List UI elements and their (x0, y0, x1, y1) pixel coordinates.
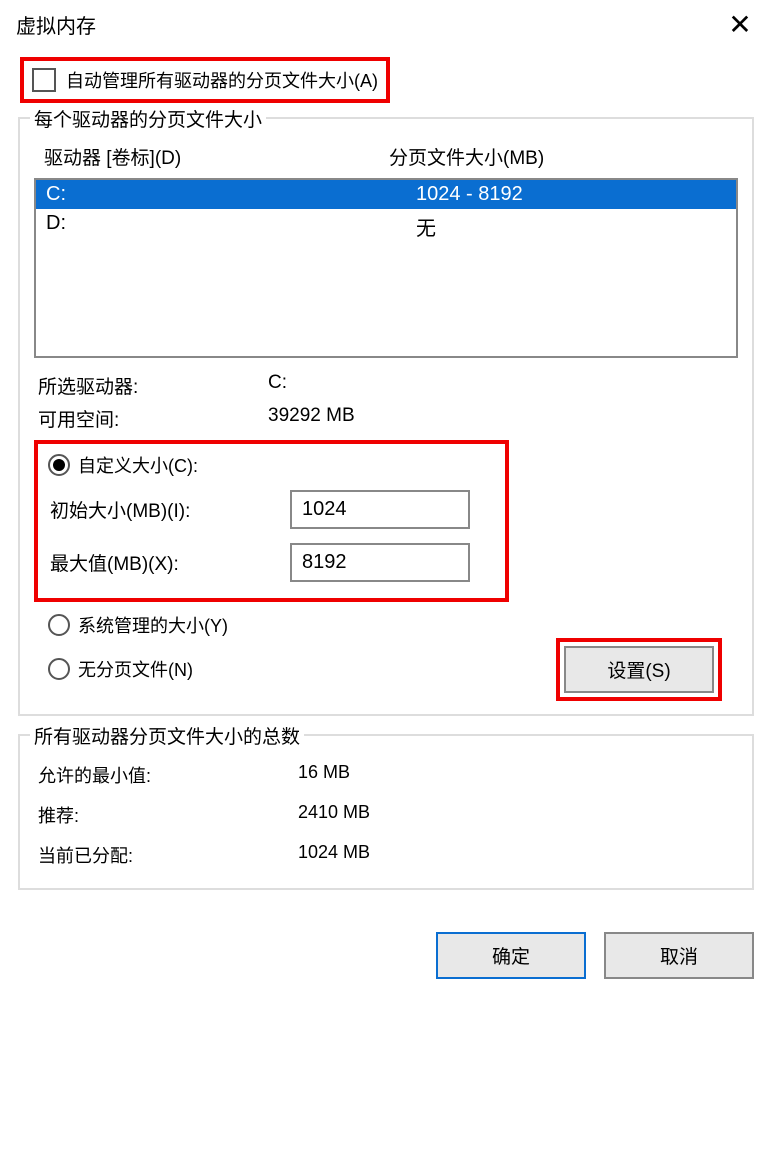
set-button[interactable]: 设置(S) (564, 646, 714, 693)
free-space-label: 可用空间: (38, 405, 268, 432)
system-managed-radio[interactable] (48, 614, 70, 636)
auto-manage-checkbox[interactable] (32, 68, 56, 92)
no-paging-radio[interactable] (48, 658, 70, 680)
custom-size-radio[interactable] (48, 454, 70, 476)
titlebar: 虚拟内存 ✕ (0, 0, 772, 49)
initial-size-label: 初始大小(MB)(I): (50, 496, 290, 523)
dialog-footer: 确定 取消 (0, 922, 772, 997)
max-size-label: 最大值(MB)(X): (50, 549, 290, 576)
drive-cell-drive: C: (46, 183, 356, 206)
drive-row-d[interactable]: D: 无 (36, 209, 736, 244)
selected-drive-info: 所选驱动器: C: 可用空间: 39292 MB (34, 358, 738, 432)
all-totals-fieldset: 所有驱动器分页文件大小的总数 允许的最小值: 16 MB 推荐: 2410 MB… (18, 734, 754, 890)
drive-cell-size: 1024 - 8192 (356, 183, 726, 206)
currently-allocated-value: 1024 MB (298, 842, 370, 868)
selected-drive-value: C: (268, 372, 287, 399)
no-paging-label: 无分页文件(N) (78, 656, 193, 682)
ok-button[interactable]: 确定 (436, 932, 586, 979)
dialog-content: 自动管理所有驱动器的分页文件大小(A) 每个驱动器的分页文件大小 驱动器 [卷标… (0, 49, 772, 922)
window-title: 虚拟内存 (16, 10, 96, 39)
drive-list-headers: 驱动器 [卷标](D) 分页文件大小(MB) (34, 139, 738, 174)
initial-size-input[interactable] (290, 490, 470, 529)
close-icon[interactable]: ✕ (722, 11, 758, 39)
system-managed-label: 系统管理的大小(Y) (78, 612, 228, 638)
cancel-button[interactable]: 取消 (604, 932, 754, 979)
auto-manage-label: 自动管理所有驱动器的分页文件大小(A) (66, 67, 378, 93)
per-drive-fieldset: 每个驱动器的分页文件大小 驱动器 [卷标](D) 分页文件大小(MB) C: 1… (18, 117, 754, 716)
all-totals-legend: 所有驱动器分页文件大小的总数 (30, 722, 304, 749)
selected-drive-label: 所选驱动器: (38, 372, 268, 399)
recommended-label: 推荐: (38, 802, 298, 828)
auto-manage-checkbox-row[interactable]: 自动管理所有驱动器的分页文件大小(A) (20, 57, 390, 103)
custom-size-label: 自定义大小(C): (78, 452, 198, 478)
drive-cell-size: 无 (356, 212, 726, 241)
recommended-value: 2410 MB (298, 802, 370, 828)
set-button-highlight: 设置(S) (556, 638, 722, 701)
min-allowed-value: 16 MB (298, 762, 350, 788)
currently-allocated-label: 当前已分配: (38, 842, 298, 868)
drive-list[interactable]: C: 1024 - 8192 D: 无 (34, 178, 738, 358)
header-size: 分页文件大小(MB) (389, 143, 734, 170)
drive-cell-drive: D: (46, 212, 356, 241)
min-allowed-label: 允许的最小值: (38, 762, 298, 788)
system-managed-radio-row[interactable]: 系统管理的大小(Y) (44, 612, 738, 638)
per-drive-legend: 每个驱动器的分页文件大小 (30, 105, 266, 132)
drive-row-c[interactable]: C: 1024 - 8192 (36, 180, 736, 209)
custom-size-radio-row[interactable]: 自定义大小(C): (44, 452, 495, 478)
free-space-value: 39292 MB (268, 405, 355, 432)
custom-size-block: 自定义大小(C): 初始大小(MB)(I): 最大值(MB)(X): (34, 440, 509, 602)
header-drive: 驱动器 [卷标](D) (44, 143, 389, 170)
max-size-input[interactable] (290, 543, 470, 582)
